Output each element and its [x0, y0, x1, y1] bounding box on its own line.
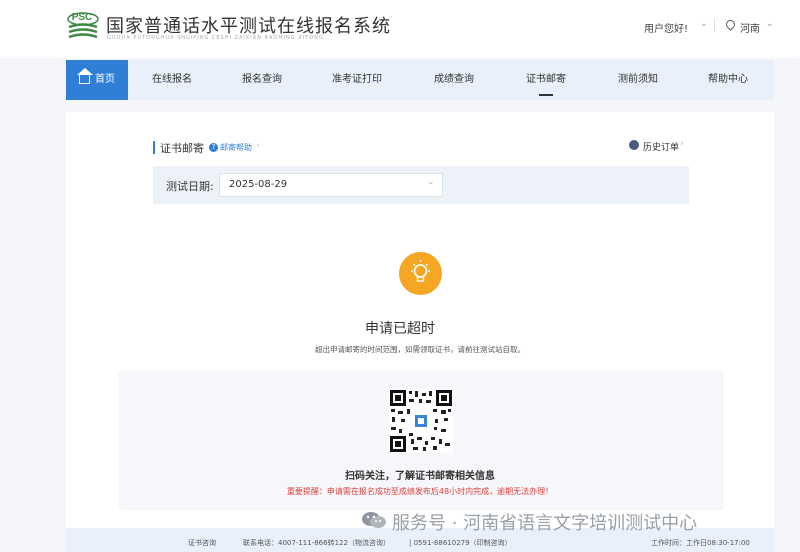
status-title: 申请已超时 — [365, 321, 435, 337]
qr-code — [389, 389, 453, 453]
chevron-down-icon[interactable]: ⌄ — [700, 19, 708, 29]
divider — [714, 18, 715, 32]
chevron-right-icon[interactable]: › — [256, 141, 260, 151]
nav-admission-print[interactable]: 准考证打印 — [310, 60, 404, 100]
history-orders-link[interactable]: 历史订单 — [643, 140, 679, 153]
date-label: 测试日期: — [166, 180, 214, 193]
nav-home[interactable]: 首页 — [66, 60, 128, 100]
section-accent-bar — [153, 141, 155, 154]
home-icon-body — [79, 74, 90, 84]
lightbulb-icon — [399, 252, 442, 295]
site-subtitle: GUOJIA PUTONGHUA SHUIPING CESHI ZAIXIAN … — [107, 35, 324, 41]
qr-caption: 扫码关注，了解证书邮寄相关信息 — [345, 471, 495, 482]
user-greeting[interactable]: 用户您好! — [644, 20, 688, 35]
mail-help-link[interactable]: 邮寄帮助 — [220, 142, 252, 153]
important-warning: 重要提醒：申请需在报名成功至成绩发布后48小时内完成，逾期无法办理！ — [286, 487, 554, 496]
main-nav: 首页 在线报名 报名查询 准考证打印 成绩查询 证书邮寄 测前须知 帮助中心 — [66, 60, 774, 100]
footer-phone-print: | 0591-88610279（印制咨询） — [409, 539, 512, 547]
footer-phone: 联系电话：4007-111-866转122（物流咨询） — [243, 539, 390, 547]
chevron-right-icon[interactable]: › — [680, 139, 684, 149]
nav-score-query[interactable]: 成绩查询 — [412, 60, 496, 100]
nav-active-indicator — [539, 94, 553, 96]
nav-signup-query[interactable]: 报名查询 — [220, 60, 304, 100]
section-title: 证书邮寄 — [160, 142, 204, 155]
nav-home-label: 首页 — [95, 74, 115, 85]
clock-icon[interactable] — [629, 140, 639, 150]
nav-online-signup[interactable]: 在线报名 — [130, 60, 214, 100]
nav-help-center[interactable]: 帮助中心 — [686, 60, 770, 100]
footer-hours: 工作时间：工作日08:30-17:00 — [651, 539, 750, 547]
help-icon[interactable]: ? — [209, 143, 218, 152]
watermark: 服务号 · 河南省语言文字培训测试中心 — [392, 513, 698, 534]
wechat-icon — [362, 512, 386, 528]
footer-consult-link[interactable]: 证书咨询 — [188, 538, 216, 548]
chevron-down-icon[interactable]: ⌄ — [766, 19, 774, 29]
chevron-down-icon[interactable]: ⌄ — [427, 177, 435, 187]
logo-text: PSC — [71, 12, 93, 23]
test-date-value[interactable]: 2025-08-29 — [229, 179, 287, 190]
status-description: 超出申请邮寄的时间范围，如需领取证书，请前往测试站自取。 — [315, 345, 525, 354]
location-selector[interactable]: 河南 — [740, 20, 760, 35]
nav-pre-test-notice[interactable]: 测前须知 — [596, 60, 680, 100]
